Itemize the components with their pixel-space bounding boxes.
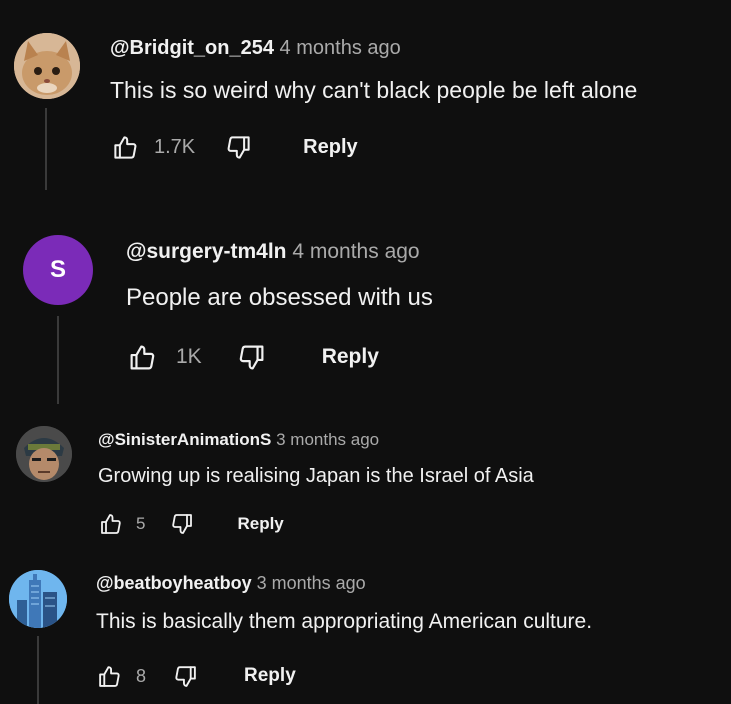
thumbs-down-icon — [174, 665, 196, 687]
like-button[interactable] — [98, 511, 124, 537]
cat-photo-icon — [14, 33, 80, 99]
like-button[interactable] — [126, 341, 158, 373]
thumbs-down-icon — [239, 345, 264, 369]
comment-header: @SinisterAnimationS 3 months ago — [98, 430, 379, 450]
comment-item: @beatboyheatboy 3 months ago This is bas… — [0, 560, 731, 704]
thumbs-up-icon — [130, 345, 154, 369]
dislike-button[interactable] — [172, 662, 198, 690]
author-name[interactable]: @beatboyheatboy — [96, 573, 252, 593]
like-count: 5 — [136, 514, 146, 533]
reply-button[interactable]: Reply — [303, 136, 357, 159]
anime-character-photo-icon — [16, 426, 72, 482]
comment-header: @beatboyheatboy 3 months ago — [96, 573, 366, 594]
comment-actions: 1.7K Reply — [110, 132, 358, 162]
timestamp[interactable]: 3 months ago — [257, 573, 366, 593]
dislike-button[interactable] — [236, 341, 268, 373]
author-name[interactable]: @surgery-tm4ln — [126, 240, 287, 263]
comment-text: This is so weird why can't black people … — [110, 77, 638, 103]
skyscraper-photo-icon — [9, 570, 67, 628]
timestamp[interactable]: 4 months ago — [292, 240, 419, 263]
like-button[interactable] — [110, 132, 140, 162]
reply-button[interactable]: Reply — [322, 345, 379, 369]
like-count: 1.7K — [154, 135, 196, 158]
comment-item: @SinisterAnimationS 3 months ago Growing… — [0, 410, 731, 560]
comment-header: @Bridgit_on_254 4 months ago — [110, 37, 401, 60]
author-name[interactable]: @Bridgit_on_254 — [110, 37, 274, 59]
comment-text: This is basically them appropriating Ame… — [96, 610, 593, 633]
comment-text: Growing up is realising Japan is the Isr… — [98, 465, 534, 487]
thumbs-up-icon — [113, 135, 136, 159]
thread-line — [37, 636, 39, 704]
comment-actions: 8 Reply — [96, 662, 296, 690]
thumbs-down-icon — [172, 514, 193, 534]
thumbs-down-icon — [227, 135, 250, 159]
thread-line — [45, 108, 47, 190]
comment-item: S @surgery-tm4ln 4 months ago People are… — [0, 200, 731, 410]
thread-line — [57, 316, 59, 404]
dislike-button[interactable] — [223, 132, 253, 162]
thumbs-up-icon — [98, 665, 120, 687]
timestamp[interactable]: 4 months ago — [280, 37, 401, 59]
avatar[interactable] — [9, 570, 67, 628]
author-name[interactable]: @SinisterAnimationS — [98, 430, 271, 449]
avatar-letter: S — [49, 256, 66, 283]
avatar[interactable] — [16, 426, 72, 482]
reply-button[interactable]: Reply — [237, 514, 283, 534]
thumbs-up-icon — [101, 514, 121, 534]
avatar[interactable] — [14, 33, 80, 99]
timestamp[interactable]: 3 months ago — [276, 430, 379, 449]
avatar[interactable]: S — [23, 235, 93, 305]
like-count: 8 — [136, 665, 147, 686]
comment-actions: 5 Reply — [98, 511, 284, 537]
comment-actions: 1K Reply — [126, 341, 379, 373]
comment-text: People are obsessed with us — [126, 284, 433, 311]
like-button[interactable] — [96, 662, 122, 690]
dislike-button[interactable] — [169, 511, 195, 537]
reply-button[interactable]: Reply — [244, 665, 296, 687]
comment-header: @surgery-tm4ln 4 months ago — [126, 240, 420, 264]
like-count: 1K — [176, 345, 202, 368]
comment-item: @Bridgit_on_254 4 months ago This is so … — [0, 0, 731, 200]
